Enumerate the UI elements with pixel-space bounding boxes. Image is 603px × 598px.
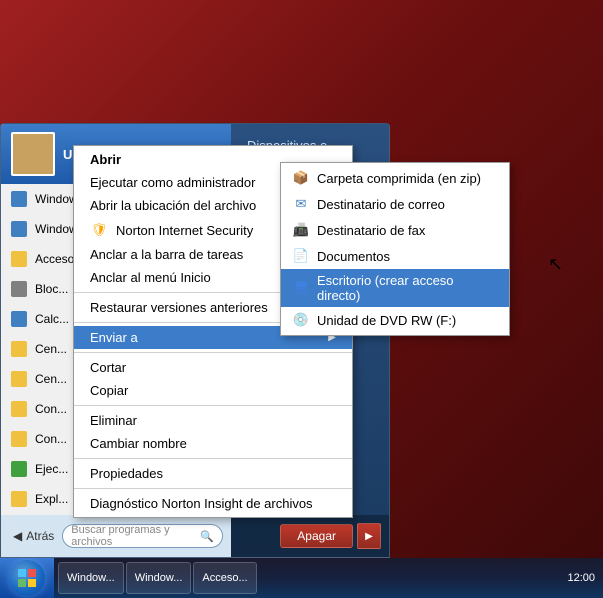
taskbar-items: Window... Window... Acceso... — [54, 562, 559, 594]
taskbar-item-3[interactable]: Acceso... — [193, 562, 256, 594]
shutdown-arrow-button[interactable]: ▶ — [357, 523, 381, 549]
dvd-icon: 💿 — [291, 311, 311, 329]
sub-label-fax: Destinatario de fax — [317, 223, 425, 238]
notepad-icon — [9, 279, 29, 299]
ctx-label-propiedades: Propiedades — [90, 466, 336, 481]
folder-icon — [9, 249, 29, 269]
back-button[interactable]: ◀ Atrás — [9, 527, 58, 545]
fax-icon: 📠 — [291, 221, 311, 239]
sub-item-dvd[interactable]: 💿 Unidad de DVD RW (F:) — [281, 307, 509, 333]
desktop-icon: 🖥 — [291, 279, 311, 297]
search-box[interactable]: Buscar programas y archivos 🔍 — [62, 524, 223, 548]
folder-icon3 — [9, 369, 29, 389]
sub-label-correo: Destinatario de correo — [317, 197, 445, 212]
start-orb — [9, 560, 45, 596]
search-placeholder: Buscar programas y archivos — [71, 524, 196, 548]
back-arrow-icon: ◀ — [13, 529, 22, 543]
sub-item-escritorio[interactable]: 🖥 Escritorio (crear acceso directo) — [281, 269, 509, 307]
taskbar: Window... Window... Acceso... 12:00 — [0, 558, 603, 598]
sub-item-fax[interactable]: 📠 Destinatario de fax — [281, 217, 509, 243]
taskbar-item-2[interactable]: Window... — [126, 562, 192, 594]
sub-item-correo[interactable]: ✉ Destinatario de correo — [281, 191, 509, 217]
folder-icon5 — [9, 429, 29, 449]
sub-label-dvd: Unidad de DVD RW (F:) — [317, 313, 456, 328]
sub-item-documentos[interactable]: 📄 Documentos — [281, 243, 509, 269]
zip-icon: 📦 — [291, 169, 311, 187]
sub-label-documentos: Documentos — [317, 249, 390, 264]
taskbar-item-2-label: Window... — [135, 572, 183, 584]
start-menu-bottom: ◀ Atrás Buscar programas y archivos 🔍 — [1, 515, 231, 557]
user-avatar — [11, 132, 55, 176]
mouse-cursor: ↖ — [548, 254, 563, 275]
ctx-label-copiar: Copiar — [90, 383, 336, 398]
folder-icon4 — [9, 399, 29, 419]
sub-label-zip: Carpeta comprimida (en zip) — [317, 171, 481, 186]
mail-icon: ✉ — [291, 195, 311, 213]
ctx-item-copiar[interactable]: Copiar — [74, 379, 352, 402]
ctx-label-cortar: Cortar — [90, 360, 336, 375]
ctx-item-eliminar[interactable]: Eliminar — [74, 409, 352, 432]
windows-icon2 — [9, 219, 29, 239]
start-button[interactable] — [0, 558, 54, 598]
windows-icon — [9, 189, 29, 209]
ctx-sep-3 — [74, 352, 352, 353]
ctx-item-cambiar-nombre[interactable]: Cambiar nombre — [74, 432, 352, 455]
taskbar-item-1-label: Window... — [67, 572, 115, 584]
submenu-enviar-a: 📦 Carpeta comprimida (en zip) ✉ Destinat… — [280, 162, 510, 336]
taskbar-item-1[interactable]: Window... — [58, 562, 124, 594]
ctx-item-cortar[interactable]: Cortar — [74, 356, 352, 379]
sub-label-escritorio: Escritorio (crear acceso directo) — [317, 273, 499, 303]
folder-icon2 — [9, 339, 29, 359]
ctx-item-diagnostico[interactable]: Diagnóstico Norton Insight de archivos — [74, 492, 352, 515]
search-icon: 🔍 — [200, 530, 214, 543]
calc-icon — [9, 309, 29, 329]
shutdown-button[interactable]: Apagar — [280, 524, 353, 548]
norton-icon: 🛡 — [90, 221, 108, 239]
sub-item-zip[interactable]: 📦 Carpeta comprimida (en zip) — [281, 165, 509, 191]
windows-logo-icon — [17, 568, 37, 588]
run-icon — [9, 459, 29, 479]
ctx-label-diagnostico: Diagnóstico Norton Insight de archivos — [90, 496, 336, 511]
taskbar-right: 12:00 — [559, 572, 603, 584]
ctx-sep-4 — [74, 405, 352, 406]
ctx-sep-5 — [74, 458, 352, 459]
desktop: Usuario Windows... Windows... Accesorios — [0, 0, 603, 598]
taskbar-item-3-label: Acceso... — [202, 572, 247, 584]
ctx-label-eliminar: Eliminar — [90, 413, 336, 428]
documents-icon: 📄 — [291, 247, 311, 265]
clock: 12:00 — [567, 572, 595, 584]
ctx-item-propiedades[interactable]: Propiedades — [74, 462, 352, 485]
start-menu-right-bottom: Apagar ▶ — [231, 515, 389, 557]
ctx-label-cambiar-nombre: Cambiar nombre — [90, 436, 336, 451]
ctx-sep-6 — [74, 488, 352, 489]
explorer-icon — [9, 489, 29, 509]
